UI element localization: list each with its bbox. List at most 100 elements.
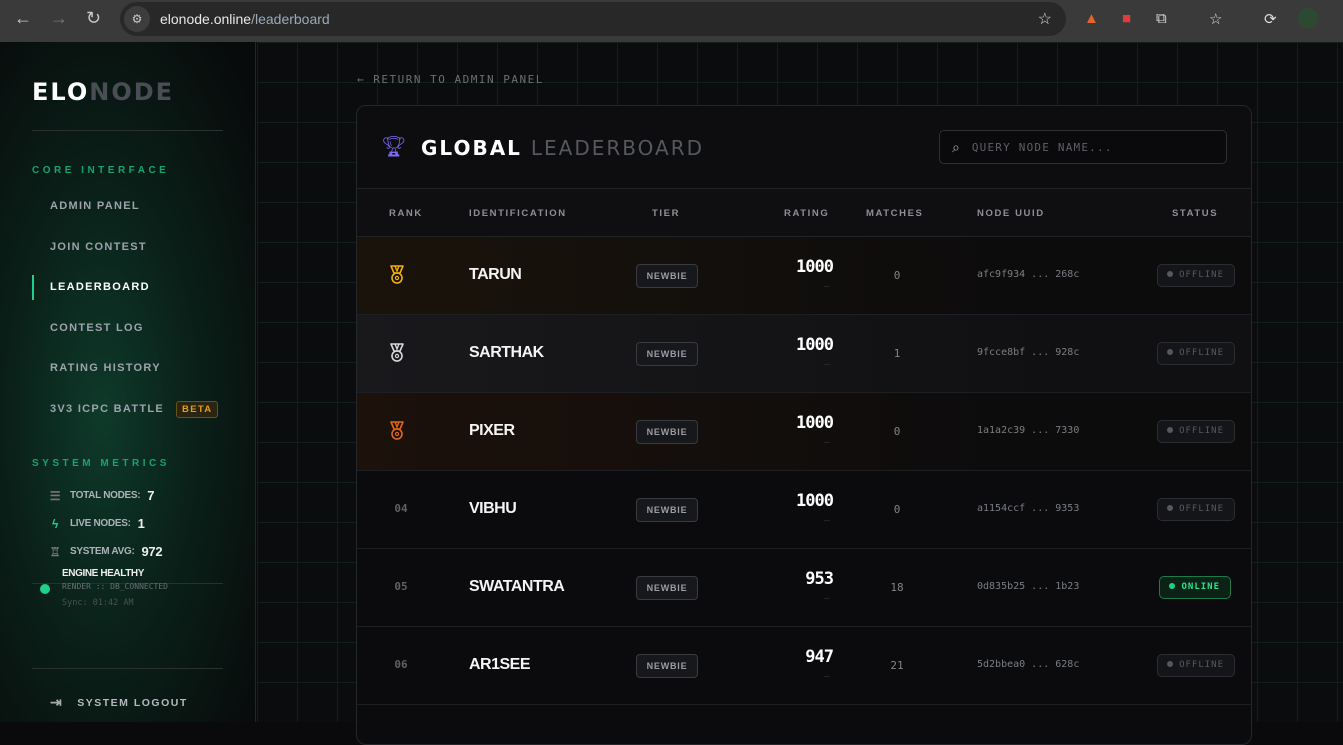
- rating-value: 1000: [796, 257, 834, 277]
- sync-time: Sync: 01:42 AM: [62, 598, 134, 608]
- page-title: GLOBAL LEADERBOARD: [421, 136, 705, 160]
- performance-icon[interactable]: ⟳: [1264, 10, 1277, 28]
- extension-fox-icon[interactable]: ▲: [1084, 10, 1099, 27]
- reload-icon[interactable]: ↻: [86, 8, 101, 29]
- sidebar-item-admin-panel[interactable]: ADMIN PANEL: [50, 200, 140, 212]
- bookmark-star-icon[interactable]: ☆: [1038, 9, 1052, 29]
- sidebar-item-join-contest[interactable]: JOIN CONTEST: [50, 241, 147, 253]
- col-status[interactable]: STATUS: [1172, 208, 1218, 219]
- health-status-dot: [40, 584, 50, 594]
- matches-count: 21: [890, 659, 904, 672]
- medal-icon: [390, 343, 404, 362]
- player-name[interactable]: VIBHU: [469, 500, 517, 518]
- sidebar-item-contest-log[interactable]: CONTEST LOG: [50, 322, 144, 334]
- tier-badge: NEWBIE: [636, 576, 698, 600]
- status-badge: OFFLINE: [1157, 498, 1235, 521]
- rank-number: 04: [394, 502, 408, 515]
- logout-button[interactable]: ⇥ SYSTEM LOGOUT: [50, 694, 188, 711]
- main-content: ← RETURN TO ADMIN PANEL 🏆︎ GLOBAL LEADER…: [257, 42, 1343, 745]
- table-header: RANK IDENTIFICATION TIER RATING MATCHES …: [357, 189, 1251, 237]
- forward-icon[interactable]: →: [50, 8, 68, 29]
- search-box[interactable]: ⌕: [939, 130, 1227, 164]
- status-dot: [1169, 582, 1176, 589]
- node-uuid: a1154ccf ... 9353: [977, 503, 1080, 514]
- col-identification[interactable]: IDENTIFICATION: [469, 208, 567, 219]
- rating-delta: --: [824, 515, 830, 525]
- rank-number: 05: [394, 580, 408, 593]
- player-name[interactable]: TARUN: [469, 266, 522, 284]
- rating-value: 1000: [796, 413, 834, 433]
- rating-delta: --: [824, 671, 830, 681]
- sidebar-item-label: 3V3 ICPC BATTLE: [50, 403, 165, 415]
- tier-badge: NEWBIE: [636, 264, 698, 288]
- status-badge: OFFLINE: [1157, 264, 1235, 287]
- medal-icon: [390, 265, 404, 284]
- return-to-admin-link[interactable]: ← RETURN TO ADMIN PANEL: [357, 73, 544, 86]
- bookmarks-icon[interactable]: ☆: [1209, 10, 1222, 28]
- address-bar[interactable]: ⚙ elonode.online/leaderboard ☆: [120, 2, 1066, 36]
- extensions-puzzle-icon[interactable]: ⧉: [1156, 10, 1167, 27]
- status-dot: [1167, 504, 1174, 511]
- col-tier[interactable]: TIER: [652, 208, 680, 219]
- medal-icon: [390, 421, 404, 440]
- tier-badge: NEWBIE: [636, 498, 698, 522]
- extension-red-icon[interactable]: ■: [1122, 10, 1131, 27]
- logout-icon: ⇥: [50, 694, 64, 710]
- status-badge: ONLINE: [1159, 576, 1231, 599]
- metric-system-avg: ♖ SYSTEM AVG: 972: [49, 544, 163, 559]
- back-icon[interactable]: ←: [14, 8, 32, 29]
- rating-delta: --: [824, 281, 830, 291]
- tier-badge: NEWBIE: [636, 420, 698, 444]
- bolt-icon: ϟ: [51, 516, 59, 531]
- rating-delta: --: [824, 359, 830, 369]
- player-name[interactable]: PIXER: [469, 422, 515, 440]
- trophy-icon: ♖: [49, 544, 61, 559]
- status-badge: OFFLINE: [1157, 654, 1235, 677]
- metric-live-nodes: ϟ LIVE NODES: 1: [48, 516, 145, 531]
- beta-badge: BETA: [176, 401, 219, 418]
- node-uuid: 0d835b25 ... 1b23: [977, 581, 1080, 592]
- leaderboard-card: 🏆︎ GLOBAL LEADERBOARD ⌕ RANK IDENTIFICAT…: [356, 105, 1252, 745]
- browser-toolbar: ← → ↻ ⚙ elonode.online/leaderboard ☆ ▲ ■…: [0, 0, 1343, 42]
- search-input[interactable]: [971, 140, 1192, 154]
- rating-value: 1000: [796, 491, 834, 511]
- status-dot: [1167, 426, 1174, 433]
- url-path: /leaderboard: [251, 11, 330, 27]
- matches-count: 0: [893, 503, 901, 516]
- table-row[interactable]: SARTHAK NEWBIE 1000 -- 1 9fcce8bf ... 928c OFF…: [357, 315, 1251, 393]
- col-matches[interactable]: MATCHES: [866, 208, 923, 219]
- col-node-uuid[interactable]: NODE UUID: [977, 208, 1045, 219]
- health-title: ENGINE HEALTHY: [62, 568, 144, 579]
- rating-value: 1000: [796, 335, 834, 355]
- rank-number: 06: [394, 658, 408, 671]
- table-row[interactable]: PIXER NEWBIE 1000 -- 0 1a1a2c39 ... 7330 OFFLI…: [357, 393, 1251, 471]
- sidebar-item-rating-history[interactable]: RATING HISTORY: [50, 362, 161, 374]
- divider: [32, 130, 223, 131]
- profile-avatar[interactable]: [1298, 8, 1318, 28]
- matches-count: 0: [893, 425, 901, 438]
- node-uuid: 5d2bbea0 ... 628c: [977, 659, 1080, 670]
- site-settings-icon[interactable]: ⚙: [124, 6, 150, 32]
- col-rating[interactable]: RATING: [784, 208, 829, 219]
- rating-delta: --: [824, 593, 830, 603]
- player-name[interactable]: AR1SEE: [469, 656, 531, 674]
- rating-value: 947: [805, 647, 834, 667]
- col-rank[interactable]: RANK: [389, 208, 423, 219]
- status-dot: [1167, 348, 1174, 355]
- rating-delta: --: [824, 437, 830, 447]
- sidebar-item-icpc-battle[interactable]: 3V3 ICPC BATTLE BETA: [50, 401, 219, 418]
- table-row[interactable]: TARUN NEWBIE 1000 -- 0 afc9f934 ... 268c OFFLI…: [357, 237, 1251, 315]
- player-name[interactable]: SWATANTRA: [469, 578, 565, 596]
- status-badge: OFFLINE: [1157, 420, 1235, 443]
- rating-value: 953: [805, 569, 834, 589]
- logo: ELONODE: [32, 78, 175, 106]
- divider: [32, 668, 223, 669]
- table-row[interactable]: 05 SWATANTRA NEWBIE 953 -- 18 0d835b25 ... 1b2…: [357, 549, 1251, 627]
- table-row[interactable]: 04 VIBHU NEWBIE 1000 -- 0 a1154ccf ... 9353 OFF…: [357, 471, 1251, 549]
- sidebar-item-leaderboard[interactable]: LEADERBOARD: [50, 281, 150, 293]
- url-domain: elonode.online: [160, 11, 252, 27]
- table-row[interactable]: 06 AR1SEE NEWBIE 947 -- 21 5d2bbea0 ... 628c OF…: [357, 627, 1251, 705]
- player-name[interactable]: SARTHAK: [469, 344, 544, 362]
- card-header: 🏆︎ GLOBAL LEADERBOARD ⌕: [357, 106, 1251, 189]
- status-dot: [1167, 660, 1174, 667]
